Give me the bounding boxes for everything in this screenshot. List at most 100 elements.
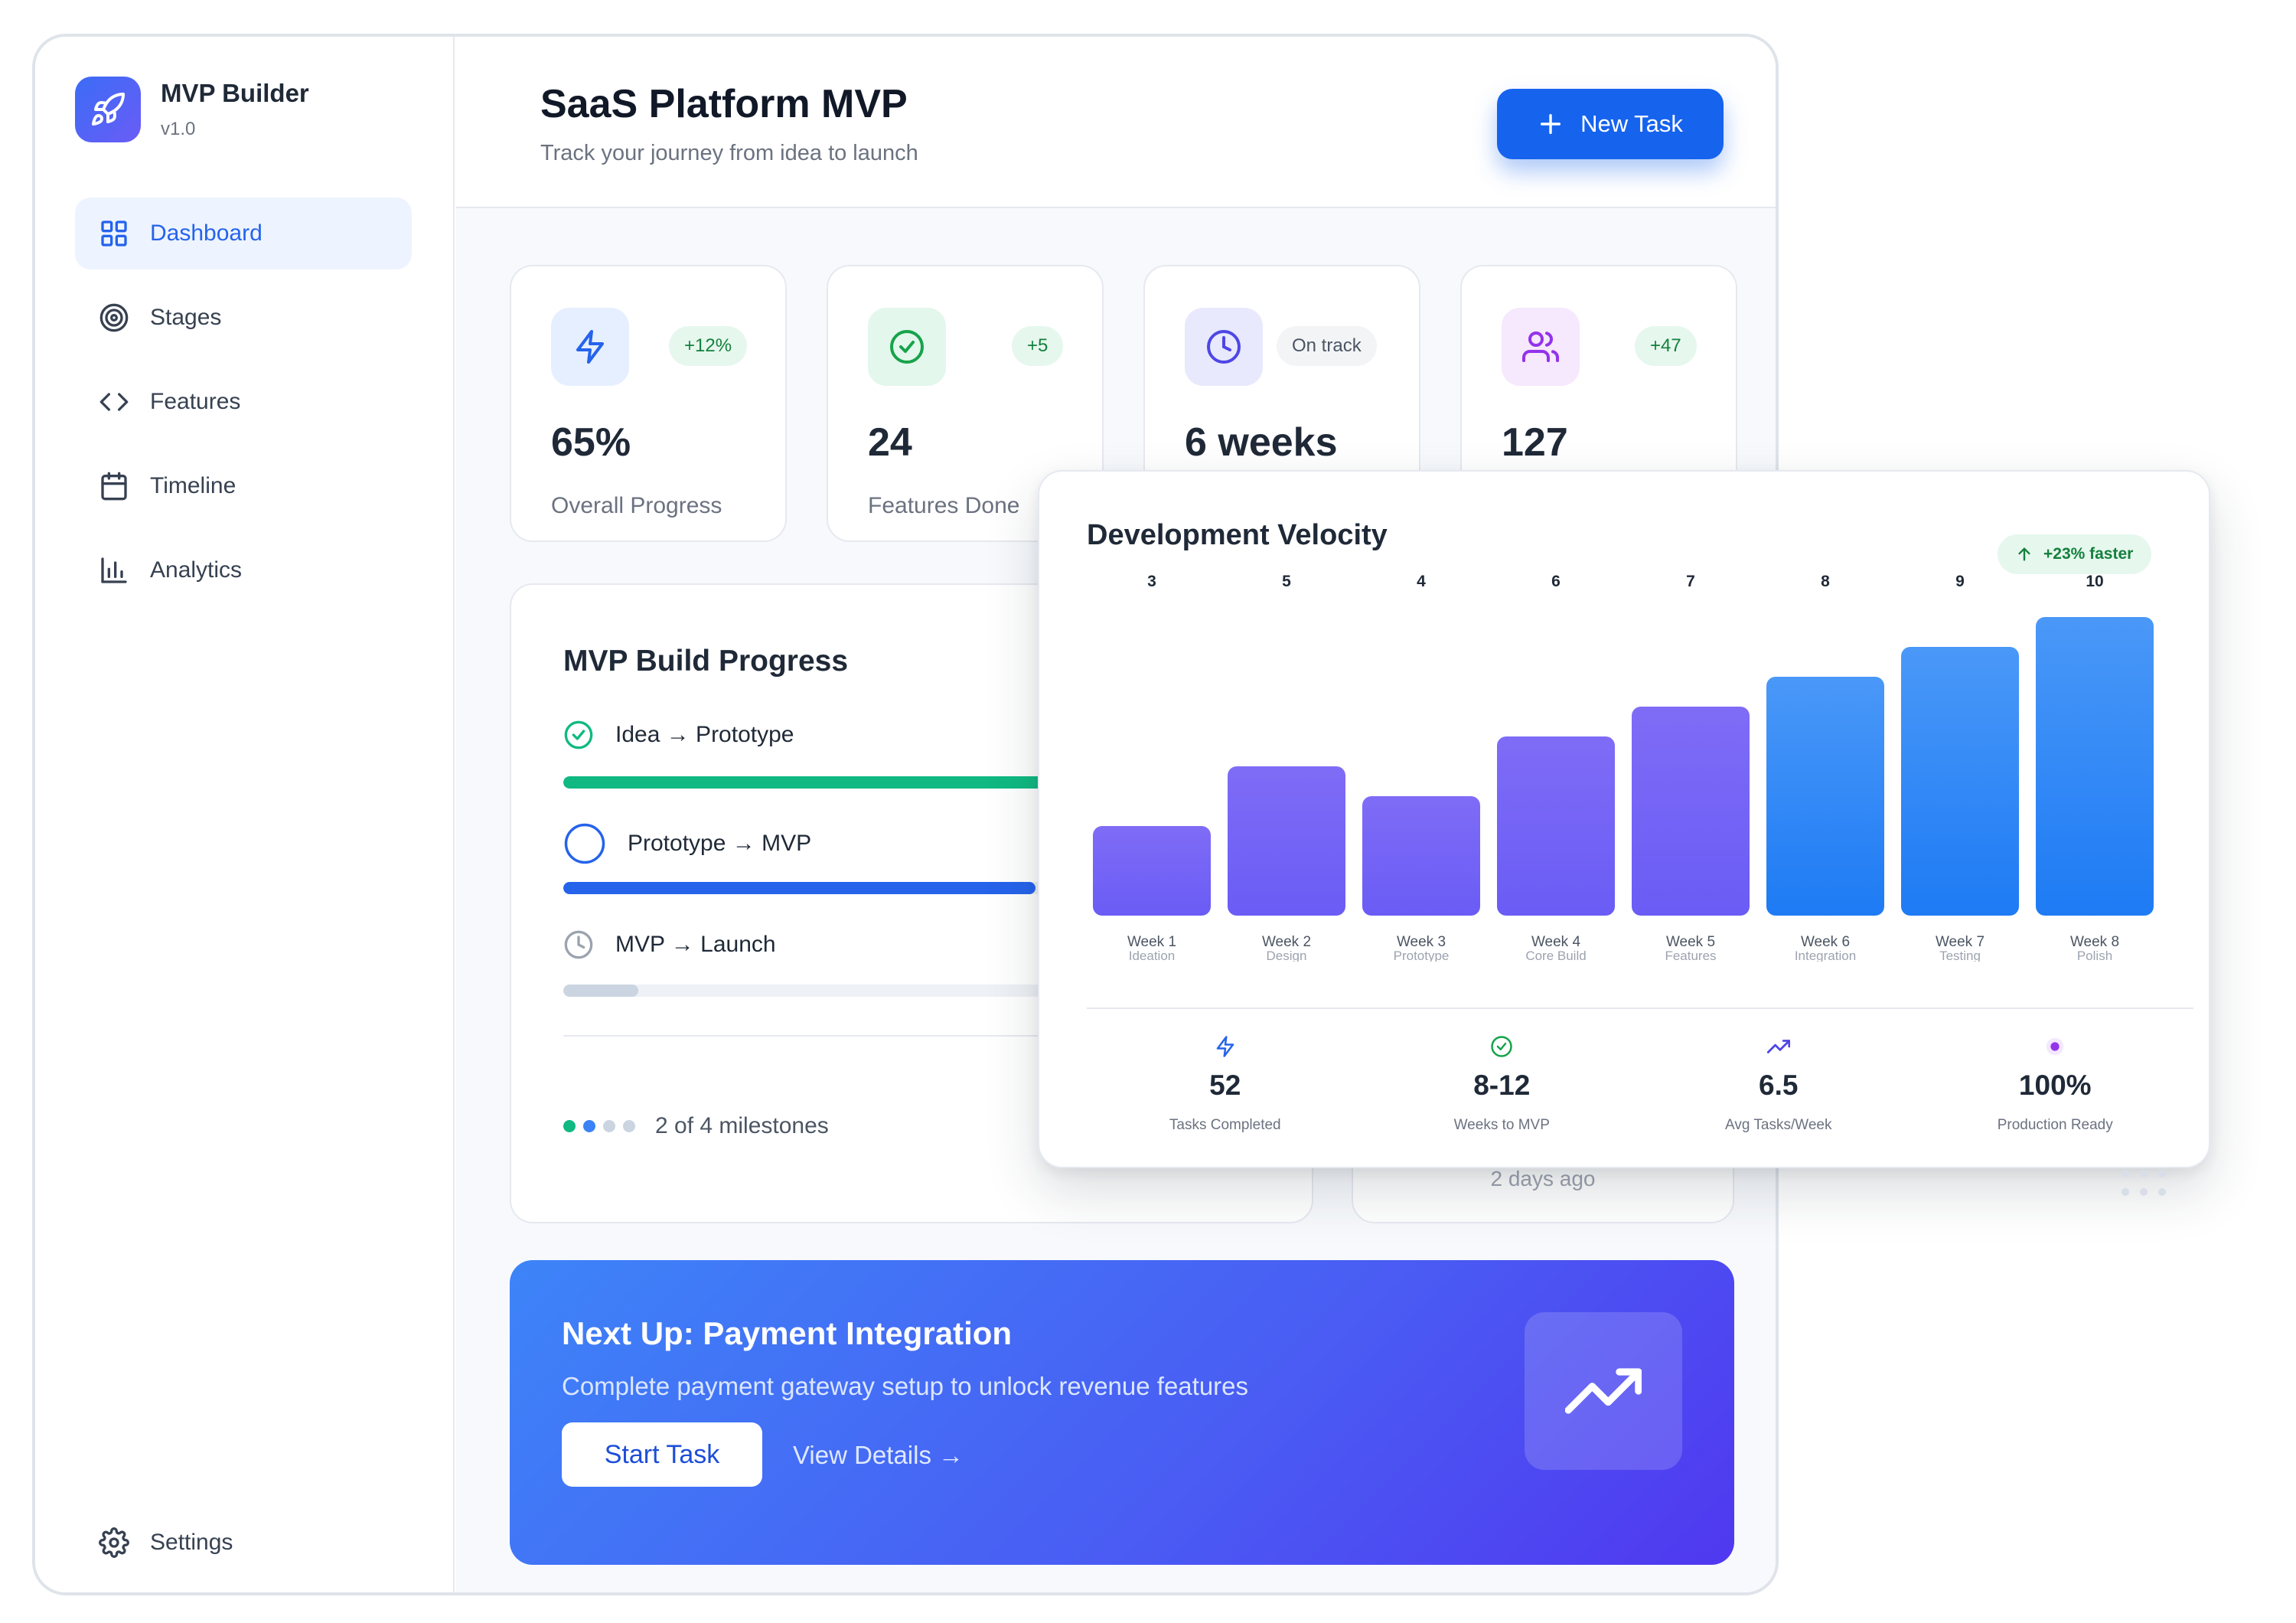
stat-card-progress[interactable]: +12% 65% Overall Progress bbox=[510, 265, 787, 542]
chart-bar[interactable] bbox=[1766, 677, 1884, 916]
brand-version: v1.0 bbox=[161, 119, 196, 139]
sidebar-item-timeline[interactable]: Timeline bbox=[75, 450, 412, 522]
chart-sublabel: Design bbox=[1267, 949, 1307, 962]
brand-name: MVP Builder bbox=[161, 79, 309, 107]
calendar-icon bbox=[98, 470, 130, 502]
summary-value: 52 bbox=[1209, 1069, 1241, 1101]
activity-timestamp: 2 days ago bbox=[1490, 1167, 1596, 1190]
next-up-banner: Next Up: Payment Integration Complete pa… bbox=[510, 1260, 1734, 1565]
dot-icon bbox=[2043, 1035, 2066, 1062]
sidebar-nav: Dashboard Stages Features Timeline Analy… bbox=[75, 198, 412, 619]
summary-label: Weeks to MVP bbox=[1453, 1117, 1550, 1133]
grid-icon bbox=[98, 217, 130, 250]
lightning-icon bbox=[1214, 1035, 1237, 1062]
plus-icon bbox=[1538, 111, 1564, 137]
chart-value-label: 10 bbox=[2086, 573, 2103, 590]
stat-label: Features Done bbox=[868, 493, 1020, 518]
trending-up-icon bbox=[1766, 1035, 1790, 1062]
bar-chart-icon bbox=[98, 554, 130, 586]
chart-category-label: Week 8 bbox=[2070, 934, 2119, 950]
page-subtitle: Track your journey from idea to launch bbox=[540, 141, 918, 165]
chart-bar[interactable] bbox=[1497, 736, 1615, 916]
sidebar-item-features[interactable]: Features bbox=[75, 366, 412, 438]
clock-icon bbox=[563, 929, 594, 960]
milestone-progress-fill bbox=[563, 882, 1036, 894]
sidebar-item-label: Timeline bbox=[150, 473, 236, 498]
sidebar-item-label: Settings bbox=[150, 1530, 233, 1555]
view-details-link[interactable]: View Details → bbox=[793, 1441, 964, 1470]
summary-label: Tasks Completed bbox=[1169, 1117, 1281, 1133]
rocket-icon[interactable] bbox=[75, 77, 141, 142]
milestone-dot bbox=[563, 1120, 576, 1132]
chart-sublabel: Core Build bbox=[1525, 949, 1586, 962]
milestone-label: MVP → Launch bbox=[615, 932, 776, 957]
chart-bar[interactable] bbox=[1228, 766, 1345, 916]
sidebar: MVP Builder v1.0 Dashboard Stages Featur… bbox=[35, 37, 455, 1592]
chart-value-label: 8 bbox=[1821, 573, 1830, 590]
summary-avg-tasks: 6.5 Avg Tasks/Week bbox=[1640, 1009, 1917, 1138]
new-task-label: New Task bbox=[1580, 110, 1683, 137]
milestone-label: Prototype → MVP bbox=[628, 831, 812, 856]
chart-bar[interactable] bbox=[1362, 796, 1480, 916]
sidebar-item-settings[interactable]: Settings bbox=[75, 1507, 412, 1579]
check-circle-icon bbox=[868, 308, 946, 386]
chart-sublabel: Integration bbox=[1795, 949, 1856, 962]
chart-sublabel: Features bbox=[1665, 949, 1716, 962]
milestone-dots: 2 of 4 milestones bbox=[563, 1113, 829, 1139]
summary-value: 8-12 bbox=[1473, 1069, 1531, 1101]
next-up-subtitle: Complete payment gateway setup to unlock… bbox=[562, 1372, 1249, 1400]
summary-value: 100% bbox=[2018, 1069, 2092, 1101]
new-task-button[interactable]: New Task bbox=[1497, 89, 1724, 159]
stat-badge: +47 bbox=[1635, 326, 1697, 366]
chart-category-label: Week 4 bbox=[1531, 934, 1581, 950]
stat-badge: On track bbox=[1277, 326, 1377, 366]
sidebar-item-label: Features bbox=[150, 389, 241, 414]
chart-bar[interactable] bbox=[1093, 826, 1211, 916]
chart-value-label: 4 bbox=[1417, 573, 1426, 590]
chart-category-label: Week 7 bbox=[1936, 934, 1985, 950]
trending-up-icon bbox=[1525, 1312, 1682, 1470]
chart-category-label: Week 5 bbox=[1666, 934, 1715, 950]
sidebar-item-analytics[interactable]: Analytics bbox=[75, 534, 412, 606]
chart-value-label: 7 bbox=[1686, 573, 1695, 590]
clock-icon bbox=[1185, 308, 1263, 386]
velocity-card: Development Velocity +23% faster 3 Week 1… bbox=[1038, 470, 2210, 1168]
milestone-dot bbox=[623, 1120, 635, 1132]
chart-value-label: 6 bbox=[1551, 573, 1561, 590]
velocity-summary: 52 Tasks Completed 8-12 Weeks to MVP 6.5… bbox=[1087, 1007, 2193, 1138]
stat-badge: +12% bbox=[669, 326, 748, 366]
milestone-dot bbox=[583, 1120, 595, 1132]
code-icon bbox=[98, 386, 130, 418]
build-progress-title: MVP Build Progress bbox=[563, 645, 849, 678]
users-icon bbox=[1502, 308, 1580, 386]
chart-category-label: Week 1 bbox=[1127, 934, 1176, 950]
summary-production-ready: 100% Production Ready bbox=[1917, 1009, 2194, 1138]
chart-sublabel: Ideation bbox=[1129, 949, 1176, 962]
summary-weeks-to-mvp: 8-12 Weeks to MVP bbox=[1364, 1009, 1641, 1138]
chart-bar[interactable] bbox=[1901, 647, 2019, 916]
sidebar-item-stages[interactable]: Stages bbox=[75, 282, 412, 354]
stat-badge: +5 bbox=[1012, 326, 1064, 366]
sidebar-item-label: Dashboard bbox=[150, 220, 263, 246]
chart-value-label: 9 bbox=[1955, 573, 1965, 590]
chart-sublabel: Polish bbox=[2077, 949, 2112, 962]
stat-value: 127 bbox=[1502, 420, 1568, 465]
chart-bar[interactable] bbox=[1632, 707, 1750, 916]
gear-icon bbox=[98, 1527, 130, 1559]
sidebar-item-dashboard[interactable]: Dashboard bbox=[75, 198, 412, 269]
velocity-bar-chart: 3 Week 1Ideation 5 Week 2Design 4 Week 3Proto… bbox=[1093, 573, 2154, 962]
summary-label: Avg Tasks/Week bbox=[1725, 1117, 1832, 1133]
chart-bar[interactable] bbox=[2036, 617, 2154, 916]
next-up-title: Next Up: Payment Integration bbox=[562, 1315, 1013, 1351]
page-title: SaaS Platform MVP bbox=[540, 82, 908, 126]
lightning-icon bbox=[551, 308, 629, 386]
chart-category-label: Week 6 bbox=[1801, 934, 1850, 950]
chart-sublabel: Testing bbox=[1939, 949, 1981, 962]
chart-value-label: 5 bbox=[1282, 573, 1291, 590]
brand: MVP Builder v1.0 bbox=[75, 77, 309, 142]
summary-tasks-completed: 52 Tasks Completed bbox=[1087, 1009, 1364, 1138]
chart-value-label: 3 bbox=[1147, 573, 1156, 590]
sidebar-item-label: Stages bbox=[150, 305, 222, 330]
start-task-button[interactable]: Start Task bbox=[562, 1422, 762, 1487]
page-header: SaaS Platform MVP Track your journey fro… bbox=[456, 37, 1776, 208]
